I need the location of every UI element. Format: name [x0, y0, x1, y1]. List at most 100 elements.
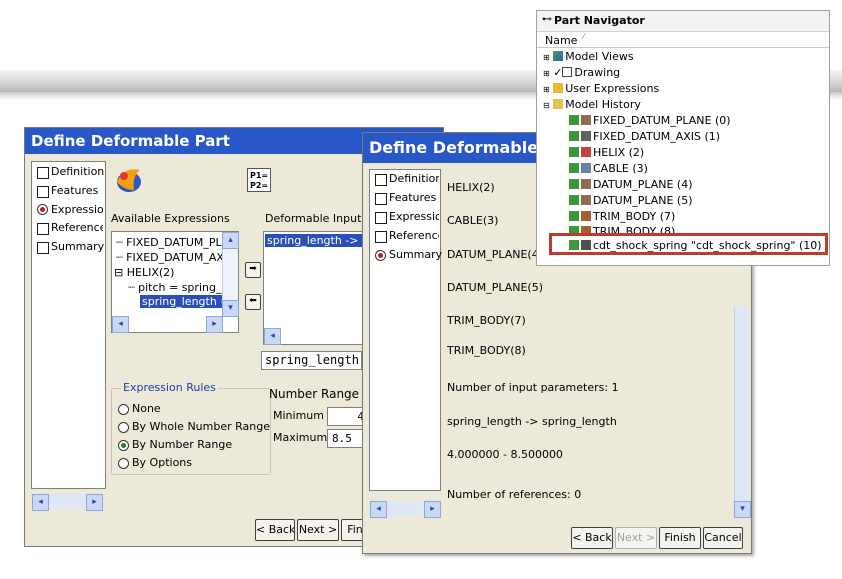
datum-plane-icon [581, 195, 591, 205]
step-definition-checkbox[interactable] [37, 167, 49, 179]
step-references[interactable]: References [51, 221, 103, 234]
deformable-input-item[interactable]: spring_length -> sp [265, 234, 365, 247]
summary-line: Number of references: 0 [447, 488, 582, 501]
tree-item-model-history[interactable]: ⊟ Model History [543, 98, 641, 111]
summary-scroll-down[interactable]: ▾ [734, 501, 751, 518]
check-icon [569, 179, 579, 189]
expression-field[interactable]: spring_length [261, 351, 362, 370]
available-scroll-right[interactable]: ▸ [206, 316, 223, 333]
step-features[interactable]: Features [389, 191, 436, 204]
step-expressions[interactable]: Expressions [389, 210, 439, 223]
step-expressions[interactable]: Expressions [51, 203, 103, 216]
tree-item-feature[interactable]: FIXED_DATUM_AXIS (1) [569, 130, 720, 143]
step-expressions-radio[interactable] [37, 204, 48, 215]
rule-none-label[interactable]: None [132, 402, 161, 415]
step-definition-checkbox[interactable] [375, 174, 387, 186]
tree-item-feature[interactable]: FIXED_DATUM_PLANE (0) [569, 114, 731, 127]
rule-none-radio[interactable] [118, 404, 129, 415]
folder-icon [553, 83, 564, 93]
column-name[interactable]: Name [545, 34, 577, 47]
part-navigator: ⊷ Part Navigator Name ⁄ ⊞ Model Views ⊞ … [536, 10, 830, 266]
navigator-column-header[interactable]: Name ⁄ [537, 32, 829, 48]
tree-item-feature[interactable]: CABLE (3) [569, 162, 648, 175]
folder-open-icon [553, 99, 564, 109]
rule-options-radio[interactable] [118, 458, 129, 469]
check-icon [569, 240, 579, 250]
step-features-checkbox[interactable] [37, 186, 49, 198]
summary-line: DATUM_PLANE(4) [447, 248, 537, 261]
step-summary[interactable]: Summary [389, 248, 442, 261]
model-views-icon [553, 51, 564, 61]
step-scroll-right-button[interactable]: ▸ [86, 494, 103, 511]
step-expressions-checkbox[interactable] [375, 212, 387, 224]
next-button[interactable]: Next > [297, 519, 339, 541]
step-scroll-track[interactable] [387, 501, 423, 516]
summary-vscroll[interactable] [734, 307, 749, 502]
cable-icon [581, 163, 591, 173]
deformable-inputs-list[interactable]: spring_length -> sp ◂ [263, 231, 365, 345]
tree-item-feature[interactable]: TRIM_BODY (7) [569, 210, 675, 223]
summary-line: DATUM_PLANE(5) [447, 281, 544, 294]
rule-number-range-radio[interactable] [118, 440, 129, 451]
next-button: Next > [615, 527, 657, 549]
step-list: Definition Features Expressions Referenc… [31, 161, 106, 489]
rule-whole-number-label[interactable]: By Whole Number Range [132, 420, 270, 433]
tree-item-feature[interactable]: DATUM_PLANE (4) [569, 178, 693, 191]
check-icon [569, 131, 579, 141]
step-features-checkbox[interactable] [375, 193, 387, 205]
step-references-checkbox[interactable] [37, 223, 49, 235]
tree-item-feature[interactable]: DATUM_PLANE (5) [569, 194, 693, 207]
list-item[interactable]: ┈ pitch = spring_l [128, 281, 222, 294]
tree-item-drawing[interactable]: ⊞ ✓ Drawing [543, 66, 620, 79]
step-scroll-left-button[interactable]: ◂ [32, 494, 49, 511]
check-icon [569, 163, 579, 173]
step-summary-radio[interactable] [375, 250, 386, 261]
trim-body-icon [581, 211, 591, 221]
step-scroll-right-button[interactable]: ▸ [424, 501, 441, 518]
rule-options-label[interactable]: By Options [132, 456, 192, 469]
list-item[interactable]: ┈ FIXED_DATUM_AX [116, 251, 222, 264]
step-list: Definition Features Expressions Referenc… [369, 169, 442, 491]
step-features[interactable]: Features [51, 184, 98, 197]
highlighted-feature-box[interactable]: cdt_shock_spring "cdt_shock_spring" (10) [549, 233, 828, 255]
step-summary[interactable]: Summary [51, 240, 104, 253]
list-item[interactable]: ┈ FIXED_DATUM_PL [116, 236, 222, 249]
tree-item-feature[interactable]: HELIX (2) [569, 146, 644, 159]
back-button[interactable]: < Back [571, 527, 613, 549]
summary-line: spring_length -> spring_length [447, 415, 617, 428]
step-references-checkbox[interactable] [375, 231, 387, 243]
datum-plane-icon [581, 115, 591, 125]
step-scroll-left-button[interactable]: ◂ [370, 501, 387, 518]
rule-whole-number-radio[interactable] [118, 422, 129, 433]
step-references[interactable]: References [389, 229, 439, 242]
available-scroll-up[interactable]: ▴ [222, 232, 239, 249]
remove-expression-button[interactable]: ⬅ [245, 294, 261, 310]
drawing-check-icon: ✓ [553, 66, 563, 79]
available-scroll-down[interactable]: ▾ [222, 300, 239, 317]
cancel-button[interactable]: Cancel [703, 527, 743, 549]
deformable-part-icon [117, 169, 141, 192]
tree-item-model-views[interactable]: ⊞ Model Views [543, 50, 634, 63]
available-expressions-label: Available Expressions [111, 212, 230, 225]
deformable-scroll-left[interactable]: ◂ [264, 328, 281, 345]
tree-item-user-expressions[interactable]: ⊞ User Expressions [543, 82, 659, 95]
list-item-selected[interactable]: spring_length = [140, 295, 224, 308]
maximum-label: Maximum [273, 431, 328, 444]
add-expression-button[interactable]: ➡ [245, 262, 261, 278]
check-icon [569, 195, 579, 205]
finish-button[interactable]: Finish [659, 527, 701, 549]
step-definition[interactable]: Definition [389, 172, 439, 185]
sort-indicator-icon: ⁄ [583, 32, 585, 41]
list-item[interactable]: ⊟ HELIX(2) [114, 266, 220, 279]
navigator-pin-icon[interactable]: ⊷ [542, 14, 552, 25]
tree-item-cdt-shock-spring[interactable]: cdt_shock_spring "cdt_shock_spring" (10) [569, 239, 822, 252]
check-icon [569, 211, 579, 221]
step-definition[interactable]: Definition [51, 165, 104, 178]
step-summary-checkbox[interactable] [37, 242, 49, 254]
back-button[interactable]: < Back [255, 519, 295, 541]
available-expressions-list[interactable]: ┈ FIXED_DATUM_PL ┈ FIXED_DATUM_AX ⊟ HELI… [111, 231, 239, 333]
step-scroll-track[interactable] [49, 494, 85, 509]
available-scroll-left[interactable]: ◂ [112, 316, 129, 333]
check-icon [569, 147, 579, 157]
rule-number-range-label[interactable]: By Number Range [132, 438, 232, 451]
